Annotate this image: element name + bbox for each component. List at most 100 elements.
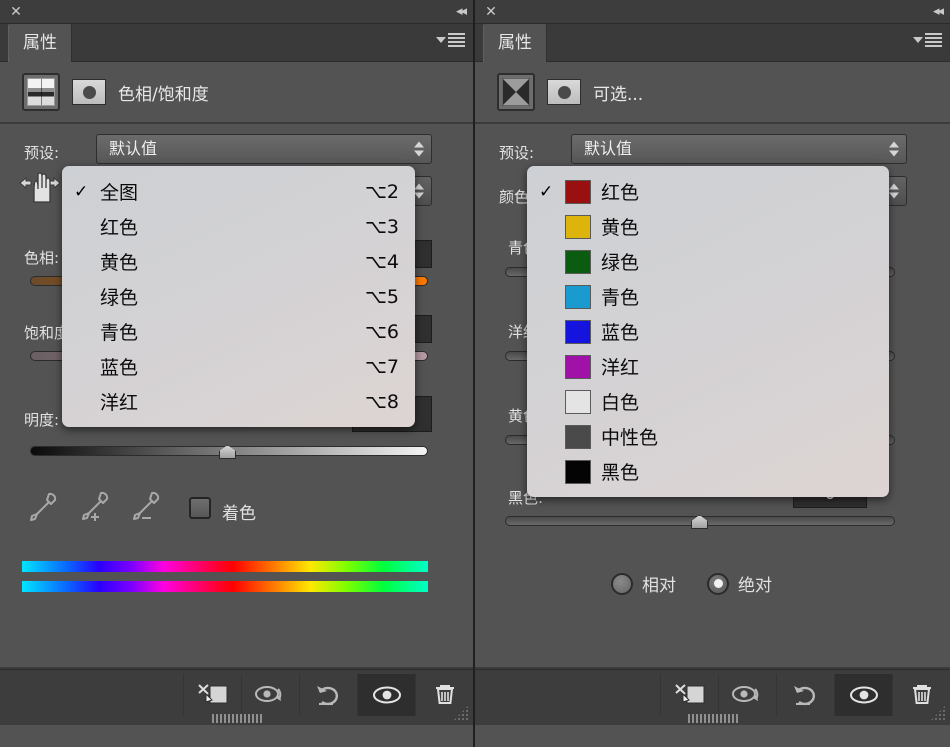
menu-item[interactable]: 中性色 [527,419,889,454]
eyedropper-plus-glyph [82,491,109,521]
menu-item-label: 中性色 [601,427,659,449]
menu-item[interactable]: 青色 [527,279,889,314]
panel-footer-left [0,669,473,725]
black-slider-knob[interactable] [691,515,708,529]
preset-select[interactable]: 默认值 [571,134,907,164]
menu-item[interactable]: ✓ 红色 [527,174,889,209]
menu-item-shortcut: ⌥3 [365,215,399,238]
menu-item[interactable]: 洋红 ⌥8 [62,384,415,419]
menu-item[interactable]: 红色 ⌥3 [62,209,415,244]
trash-glyph [912,685,931,704]
menu-item[interactable]: 洋红 [527,349,889,384]
stepper-arrows-icon [414,141,424,157]
layer-mask-thumbnail[interactable] [547,79,581,105]
drag-handle-icon[interactable] [687,714,738,723]
stepper-arrows-icon [889,183,899,199]
hue-bar-adjusted[interactable] [22,581,428,592]
preset-select[interactable]: 默认值 [96,134,432,164]
menu-item[interactable]: 青色 ⌥6 [62,314,415,349]
menu-item-shortcut: ⌥4 [365,250,399,273]
menu-item[interactable]: 蓝色 [527,314,889,349]
menu-item-label: 青色 [601,287,640,309]
close-x-icon[interactable]: ✕ [8,4,24,20]
panel-body-right: 预设: 默认值 颜色: 青色: 0 % 洋红: 0 [475,124,950,725]
collapse-double-chevron-icon[interactable]: ◂◂ [920,4,944,20]
panel-menu-icon[interactable] [436,33,465,47]
panel-titlebar: ✕ ◂◂ [475,0,950,24]
eye-rotate-glyph [731,686,758,702]
tab-properties[interactable]: 属性 [8,24,72,62]
close-x-icon[interactable]: ✕ [483,4,499,20]
black-slider-track[interactable] [505,515,895,529]
undo-arrow-glyph [316,686,338,706]
eyedropper-plus-icon[interactable] [77,489,109,521]
panel-titlebar: ✕ ◂◂ [0,0,473,24]
lightness-slider-track[interactable] [30,445,428,459]
menu-item[interactable]: 蓝色 ⌥7 [62,349,415,384]
color-swatch [565,249,591,274]
chevron-down-icon [436,37,446,43]
stepper-arrows-icon [414,183,424,199]
panel-tabbar: 属性 [0,24,473,62]
menu-item-shortcut: ⌥8 [365,390,399,413]
eyedropper-icon[interactable] [25,489,57,521]
drag-handle-icon[interactable] [211,714,262,723]
color-swatch [565,284,591,309]
photoshop-properties-panels: ✕ ◂◂ 属性 色相/饱和度 预设: 默认值 色相: 饱和度: 明度: 着色 ✓… [0,0,950,747]
adjustment-header-hue-saturation: 色相/饱和度 [0,62,473,124]
on-image-adjust-hand-icon[interactable] [18,170,61,209]
reset-icon[interactable] [776,674,834,716]
channel-dropdown-menu[interactable]: ✓ 全图 ⌥2 红色 ⌥3 黄色 ⌥4 绿色 ⌥5 青色 ⌥6 蓝色 ⌥7 洋红… [62,166,415,427]
hue-saturation-adjustment-icon[interactable] [22,73,60,111]
lightness-label: 明度: [24,411,60,429]
toggle-visibility-icon[interactable] [834,674,892,716]
preset-label: 预设: [24,144,60,162]
adjustment-header-selective-color: 可选... [475,62,950,124]
color-swatch [565,459,591,484]
method-absolute-radio[interactable]: 绝对 [707,571,772,596]
menu-item[interactable]: 黄色 [527,209,889,244]
eyedropper-minus-icon[interactable] [128,489,160,520]
selective-color-adjustment-icon[interactable] [497,73,535,111]
lightness-slider-knob[interactable] [219,445,236,459]
hue-label: 色相: [24,249,60,267]
menu-item-label: 黄色 [601,217,640,239]
collapse-double-chevron-icon[interactable]: ◂◂ [443,4,467,20]
method-relative-radio[interactable]: 相对 [611,571,676,596]
reset-icon[interactable] [299,674,357,716]
gradient-mask-icon [27,78,55,106]
menu-item-label: 洋红 [601,357,640,379]
tab-label: 属性 [498,33,532,53]
layer-mask-thumbnail[interactable] [72,79,106,105]
menu-item[interactable]: 黑色 [527,454,889,489]
clip-to-layer-icon[interactable] [183,674,241,716]
color-swatch [565,214,591,239]
panel-footer-right [475,669,950,725]
eye-glyph [849,686,878,704]
menu-item[interactable]: 黄色 ⌥4 [62,244,415,279]
method-absolute-label: 绝对 [738,576,772,596]
clip-to-layer-icon[interactable] [660,674,718,716]
menu-item-label: 蓝色 [601,322,640,344]
toggle-visibility-icon[interactable] [357,674,415,716]
tab-properties[interactable]: 属性 [483,24,547,62]
colors-dropdown-menu[interactable]: ✓ 红色 黄色 绿色 青色 蓝色 洋红 白色 中性色 黑色 [527,166,889,497]
menu-item[interactable]: 绿色 [527,244,889,279]
menu-item-label: 白色 [601,392,640,414]
mask-dot-icon [557,85,571,99]
view-previous-state-icon[interactable] [718,674,776,716]
colorize-checkbox[interactable] [189,497,211,519]
hamburger-icon [448,33,465,47]
view-previous-state-icon[interactable] [241,674,299,716]
menu-item[interactable]: 绿色 ⌥5 [62,279,415,314]
panel-menu-icon[interactable] [913,33,942,47]
menu-item-label: 绿色 [601,252,640,274]
menu-item[interactable]: 白色 [527,384,889,419]
chevron-down-icon [913,37,923,43]
page-title: 色相/饱和度 [118,84,209,105]
hue-bar-original [22,561,428,572]
preset-value: 默认值 [109,139,158,158]
menu-item[interactable]: ✓ 全图 ⌥2 [62,174,415,209]
menu-item-shortcut: ⌥5 [365,285,399,308]
mask-dot-icon [82,85,96,99]
